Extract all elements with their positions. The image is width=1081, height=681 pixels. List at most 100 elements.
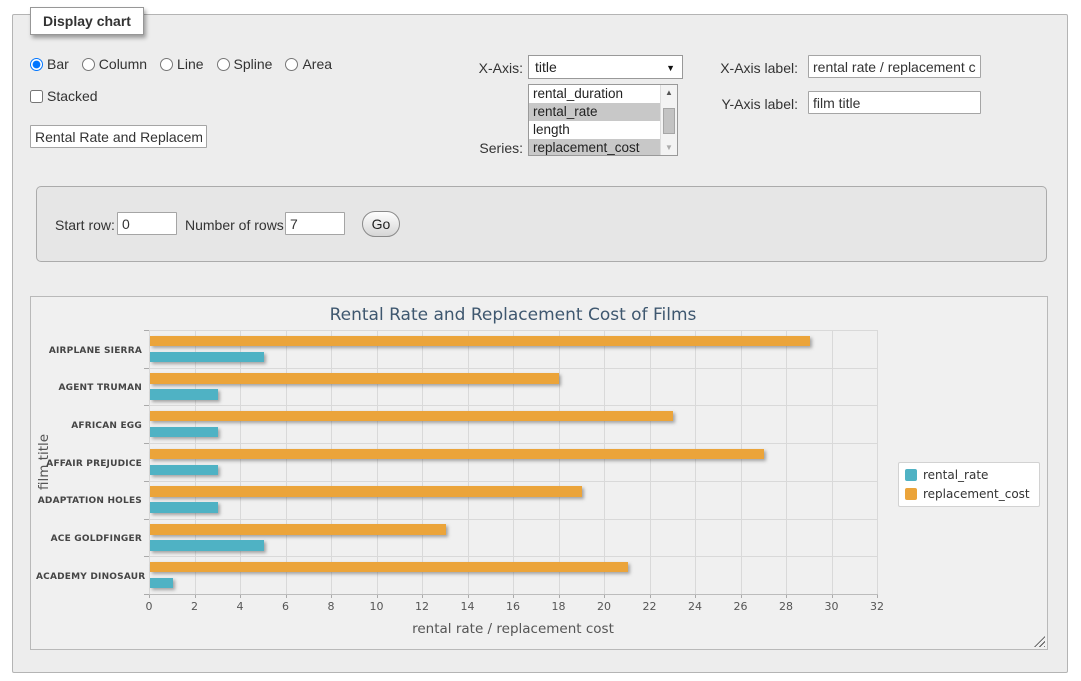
- x-axis-line: [149, 594, 878, 595]
- legend-item-rental_rate[interactable]: rental_rate: [905, 468, 1030, 482]
- grid-line-vertical: [240, 330, 241, 594]
- radio-area[interactable]: [285, 58, 298, 71]
- scroll-up-icon[interactable]: ▲: [661, 85, 677, 100]
- bar-rental-rate: [150, 465, 218, 476]
- chart-title-input[interactable]: [30, 125, 207, 148]
- radio-column[interactable]: [82, 58, 95, 71]
- x-axis-select[interactable]: title ▼: [528, 55, 683, 79]
- radio-label-text: Line: [177, 56, 203, 72]
- grid-line-vertical: [331, 330, 332, 594]
- grid-line-vertical: [559, 330, 560, 594]
- x-axis-label-label: X-Axis label:: [698, 60, 798, 76]
- x-axis-label-input[interactable]: [808, 55, 981, 78]
- grid-line-vertical: [604, 330, 605, 594]
- bar-replacement-cost: [150, 336, 810, 347]
- y-axis-tick: [144, 594, 149, 595]
- grid-line-vertical: [195, 330, 196, 594]
- x-tick-label: 24: [678, 600, 712, 613]
- x-tick-label: 32: [860, 600, 894, 613]
- radio-label-text: Area: [302, 56, 332, 72]
- legend-swatch-icon: [905, 469, 917, 481]
- category-label: ACADEMY DINOSAUR: [36, 572, 142, 582]
- x-tick-label: 4: [223, 600, 257, 613]
- x-tick-label: 0: [132, 600, 166, 613]
- bar-replacement-cost: [150, 486, 582, 497]
- grid-line-vertical: [877, 330, 878, 594]
- grid-line-vertical: [650, 330, 651, 594]
- number-of-rows-input[interactable]: [285, 212, 345, 235]
- go-button[interactable]: Go: [362, 211, 400, 237]
- x-tick-label: 16: [496, 600, 530, 613]
- category-label: AGENT TRUMAN: [36, 383, 142, 393]
- x-tick-label: 20: [587, 600, 621, 613]
- chart-type-radio-bar[interactable]: Bar: [30, 56, 69, 72]
- bar-replacement-cost: [150, 524, 446, 535]
- legend-swatch-icon: [905, 488, 917, 500]
- scrollbar-thumb[interactable]: [663, 108, 675, 134]
- grid-line-vertical: [468, 330, 469, 594]
- scroll-down-icon[interactable]: ▼: [661, 140, 677, 155]
- x-tick-label: 12: [405, 600, 439, 613]
- series-option-replacement_cost[interactable]: replacement_cost: [529, 139, 660, 156]
- y-axis-tick: [144, 405, 149, 406]
- legend-label: replacement_cost: [923, 487, 1030, 501]
- y-axis-tick: [144, 481, 149, 482]
- stacked-checkbox[interactable]: [30, 90, 43, 103]
- chart-type-radio-group: Bar Column Line Spline Area: [30, 56, 332, 72]
- bar-replacement-cost: [150, 562, 628, 573]
- x-tick-label: 2: [178, 600, 212, 613]
- y-axis-label-label: Y-Axis label:: [698, 96, 798, 112]
- page: Display chart Bar Column Line Spline Area St…: [0, 0, 1081, 681]
- radio-line[interactable]: [160, 58, 173, 71]
- bar-replacement-cost: [150, 449, 764, 460]
- fieldset-legend: Display chart: [30, 7, 144, 35]
- x-tick-label: 6: [269, 600, 303, 613]
- chart-type-radio-line[interactable]: Line: [160, 56, 203, 72]
- series-multiselect[interactable]: rental_durationrental_ratelengthreplacem…: [528, 84, 678, 156]
- x-tick-label: 30: [815, 600, 849, 613]
- resize-handle-icon[interactable]: [1034, 636, 1045, 647]
- bar-replacement-cost: [150, 373, 559, 384]
- y-axis-tick: [144, 556, 149, 557]
- y-axis-tick: [144, 443, 149, 444]
- series-option-rental_rate[interactable]: rental_rate: [529, 103, 660, 121]
- stacked-checkbox-label: Stacked: [30, 88, 98, 104]
- x-tick-label: 28: [769, 600, 803, 613]
- chart-title: Rental Rate and Replacement Cost of Film…: [149, 305, 877, 325]
- category-label: AIRPLANE SIERRA: [36, 346, 142, 356]
- x-axis-select-label: X-Axis:: [423, 60, 523, 76]
- x-axis-selected-value: title: [535, 59, 557, 75]
- x-tick-label: 22: [633, 600, 667, 613]
- radio-bar[interactable]: [30, 58, 43, 71]
- bar-rental-rate: [150, 389, 218, 400]
- bar-rental-rate: [150, 352, 264, 363]
- radio-label-text: Spline: [234, 56, 273, 72]
- grid-line-vertical: [513, 330, 514, 594]
- y-axis-label-input[interactable]: [808, 91, 981, 114]
- bar-rental-rate: [150, 502, 218, 513]
- chart-type-radio-area[interactable]: Area: [285, 56, 332, 72]
- series-scrollbar[interactable]: ▲ ▼: [660, 85, 677, 155]
- grid-line-vertical: [832, 330, 833, 594]
- legend-label: rental_rate: [923, 468, 988, 482]
- series-option-rental_duration[interactable]: rental_duration: [529, 85, 660, 103]
- grid-line-vertical: [377, 330, 378, 594]
- chevron-down-icon: ▼: [666, 63, 675, 73]
- radio-spline[interactable]: [217, 58, 230, 71]
- x-tick-label: 14: [451, 600, 485, 613]
- y-axis-tick: [144, 519, 149, 520]
- x-tick-label: 26: [724, 600, 758, 613]
- chart-container: Rental Rate and Replacement Cost of Film…: [30, 296, 1048, 650]
- x-tick-label: 8: [314, 600, 348, 613]
- start-row-input[interactable]: [117, 212, 177, 235]
- chart-legend: rental_rate replacement_cost: [898, 462, 1040, 507]
- chart-y-axis-title: film title: [36, 412, 52, 512]
- y-axis-tick: [144, 368, 149, 369]
- legend-item-replacement_cost[interactable]: replacement_cost: [905, 487, 1030, 501]
- start-row-label: Start row:: [55, 217, 115, 233]
- series-options: rental_durationrental_ratelengthreplacem…: [529, 85, 660, 156]
- series-option-length[interactable]: length: [529, 121, 660, 139]
- chart-type-radio-spline[interactable]: Spline: [217, 56, 273, 72]
- chart-type-radio-column[interactable]: Column: [82, 56, 147, 72]
- number-of-rows-label: Number of rows:: [185, 217, 288, 233]
